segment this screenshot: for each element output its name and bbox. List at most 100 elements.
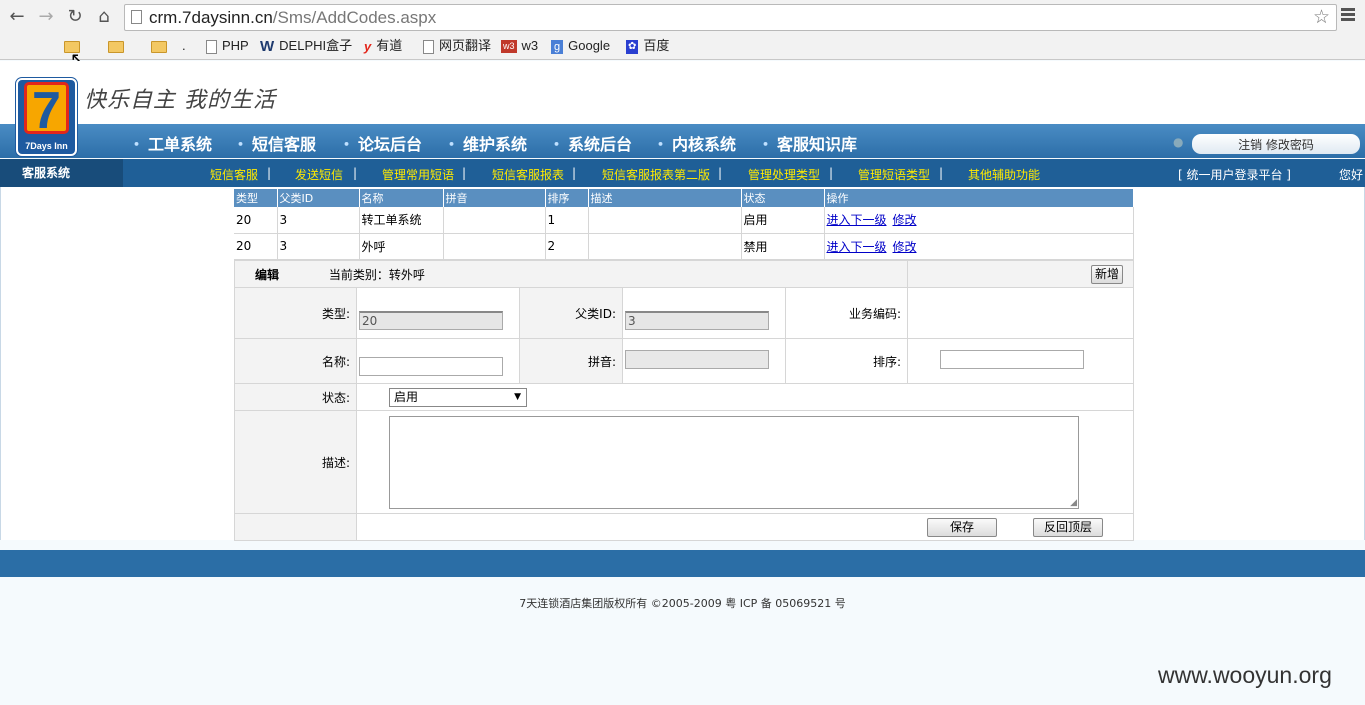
cell-status: 禁用 — [741, 233, 825, 260]
back-icon[interactable]: ← — [5, 5, 29, 29]
table-row: 20 3 外呼 2 禁用 进入下一级 修改 — [234, 233, 1134, 260]
bookmark-label: 百度 — [643, 38, 670, 53]
biz-code-label: 业务编码: — [785, 287, 908, 339]
save-button[interactable]: 保存 — [927, 517, 997, 537]
add-cell: 新增 — [907, 260, 1134, 288]
subnav-manage-phrases[interactable]: 管理常用短语 — [382, 166, 454, 183]
cell-order: 2 — [545, 233, 589, 260]
status-cell: 启用 ▼ — [356, 383, 1134, 411]
form-row: 名称: 拼音: 排序: — [234, 338, 1134, 384]
cell-name: 外呼 — [359, 233, 444, 260]
bookmark-label: Google — [568, 38, 611, 53]
bookmark-youdao[interactable]: y 有道 — [364, 36, 402, 56]
parent-id-label: 父类ID: — [519, 287, 623, 339]
bookmark-folder-2[interactable] — [108, 36, 129, 56]
status-select[interactable]: 启用 ▼ — [389, 387, 527, 407]
bookmark-star-icon[interactable]: ☆ — [1313, 6, 1330, 28]
order-input[interactable] — [940, 350, 1084, 369]
add-button[interactable]: 新增 — [1090, 264, 1123, 284]
edit-link[interactable]: 修改 — [893, 240, 917, 254]
bookmark-label: 网页翻译 — [439, 38, 492, 53]
enter-next-level-link[interactable]: 进入下一级 — [827, 240, 887, 254]
subnav-send-sms[interactable]: 发送短信 — [295, 166, 343, 183]
bookmark-delphi[interactable]: W DELPHI盒子 — [260, 36, 352, 56]
address-bar[interactable]: crm.7daysinn.cn/Sms/AddCodes.aspx ☆ — [124, 4, 1337, 31]
url-path: /Sms/AddCodes.aspx — [272, 8, 437, 27]
cell-parent-id: 3 — [277, 207, 360, 234]
greeting: 您好 — [1339, 168, 1364, 182]
browser-toolbar: ← → ↻ ⌂ crm.7daysinn.cn/Sms/AddCodes.asp… — [0, 0, 1365, 34]
cell-actions: 进入下一级 修改 — [824, 207, 1134, 234]
status-label: 状态: — [234, 383, 357, 411]
cell-order: 1 — [545, 207, 589, 234]
nav-item-kernel[interactable]: 内核系统 — [657, 131, 736, 155]
bookmark-folder-3[interactable]: . — [151, 36, 186, 56]
separator: | — [939, 166, 944, 180]
bookmark-label: . — [182, 38, 186, 53]
menu-icon[interactable] — [1340, 6, 1356, 26]
watermark: www.wooyun.org — [1158, 662, 1332, 688]
bookmark-baidu[interactable]: ✿ 百度 — [626, 36, 669, 56]
column-header: 拼音 — [443, 189, 546, 207]
unified-login-link[interactable]: [ 统一用户登录平台 ] — [1178, 166, 1291, 183]
nav-item-maintenance[interactable]: 维护系统 — [448, 131, 527, 155]
reload-icon[interactable]: ↻ — [63, 5, 87, 29]
desc-cell: ◢ — [356, 410, 1134, 514]
subnav-other-tools[interactable]: 其他辅助功能 — [968, 166, 1040, 183]
table-row: 20 3 转工单系统 1 启用 进入下一级 修改 — [234, 207, 1134, 234]
nav-item-forum-admin[interactable]: 论坛后台 — [343, 131, 422, 155]
type-cell: 20 — [356, 287, 520, 339]
order-cell — [907, 338, 1134, 384]
page-icon — [206, 39, 217, 54]
desc-textarea[interactable]: ◢ — [389, 415, 1079, 509]
forward-icon[interactable]: → — [34, 5, 58, 29]
edit-link[interactable]: 修改 — [893, 213, 917, 227]
subnav-sms-report[interactable]: 短信客服报表 — [492, 166, 564, 183]
order-label: 排序: — [785, 338, 908, 384]
bookmark-php[interactable]: PHP — [206, 36, 249, 56]
nav-item-knowledge-base[interactable]: 客服知识库 — [762, 131, 857, 155]
cell-pinyin — [443, 207, 546, 234]
main-nav: 工单系统 短信客服 论坛后台 维护系统 系统后台 内核系统 客服知识库 — [0, 124, 1365, 158]
empty-cell — [234, 513, 357, 541]
bookmarks-bar: 应用 . PHP WDELPHI盒子 y有道 网页翻译 w3w3 gGoogle… — [0, 34, 1365, 90]
nav-item-system-admin[interactable]: 系统后台 — [553, 131, 632, 155]
bullet-icon: ● — [1173, 135, 1184, 149]
form-row: 描述: ◢ — [234, 410, 1134, 514]
nav-item-sms-service[interactable]: 短信客服 — [237, 131, 316, 155]
current-category: 当前类别：转外呼 — [328, 267, 425, 282]
table-header-row: 类型 父类ID 名称 拼音 排序 描述 状态 操作 — [234, 189, 1134, 207]
pinyin-input[interactable] — [625, 350, 769, 369]
folder-icon — [151, 40, 167, 53]
url-text[interactable]: crm.7daysinn.cn/Sms/AddCodes.aspx — [149, 8, 436, 28]
name-input[interactable] — [359, 357, 503, 376]
sub-nav: 客服系统 短信客服 | 发送短信 | 管理常用短语 | 短信客服报表 | 短信客… — [0, 159, 1365, 187]
enter-next-level-link[interactable]: 进入下一级 — [827, 213, 887, 227]
pinyin-cell — [622, 338, 786, 384]
logo[interactable]: 7 7Days Inn — [16, 78, 77, 156]
parent-id-input[interactable]: 3 — [625, 310, 769, 330]
subnav-sms-report-v2[interactable]: 短信客服报表第二版 — [602, 166, 710, 183]
logo-number: 7 — [24, 82, 69, 137]
user-links[interactable]: 注销 修改密码 — [1192, 134, 1360, 154]
column-header: 排序 — [545, 189, 589, 207]
bookmark-google[interactable]: g Google — [551, 36, 610, 56]
bookmark-label: 有道 — [376, 38, 403, 53]
subnav-sms-service[interactable]: 短信客服 — [210, 166, 258, 183]
cell-desc — [588, 233, 742, 260]
page-icon — [423, 39, 434, 54]
folder-icon — [108, 40, 124, 53]
subnav-manage-phrase-types[interactable]: 管理短语类型 — [858, 166, 930, 183]
subnav-manage-handling-types[interactable]: 管理处理类型 — [748, 166, 820, 183]
resize-handle-icon[interactable]: ◢ — [1070, 498, 1077, 508]
home-icon[interactable]: ⌂ — [92, 5, 116, 29]
bookmark-translate[interactable]: 网页翻译 — [423, 36, 491, 56]
parent-id-cell: 3 — [622, 287, 786, 339]
type-input[interactable]: 20 — [359, 310, 503, 330]
back-to-top-button[interactable]: 反回顶层 — [1033, 517, 1103, 537]
bookmark-label: PHP — [222, 38, 249, 53]
nav-item-workorder[interactable]: 工单系统 — [133, 131, 212, 155]
google-icon: g — [551, 39, 564, 54]
bookmark-w3[interactable]: w3 w3 — [501, 36, 538, 56]
column-header: 父类ID — [277, 189, 360, 207]
